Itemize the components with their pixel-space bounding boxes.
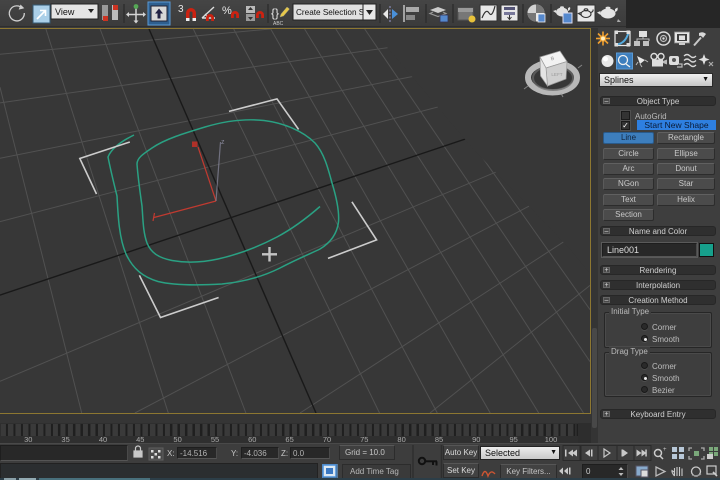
svg-text:%: % <box>222 5 232 17</box>
svg-text:Create Selection Se: Create Selection Se <box>296 8 369 17</box>
svg-text:{}: {} <box>271 6 279 20</box>
svg-text:+: + <box>663 447 667 453</box>
svg-text:LEFT: LEFT <box>551 72 562 77</box>
svg-text:ABC: ABC <box>273 21 284 27</box>
svg-text:3: 3 <box>178 4 184 15</box>
svg-text:View: View <box>55 7 75 17</box>
svg-text:z: z <box>221 139 225 146</box>
